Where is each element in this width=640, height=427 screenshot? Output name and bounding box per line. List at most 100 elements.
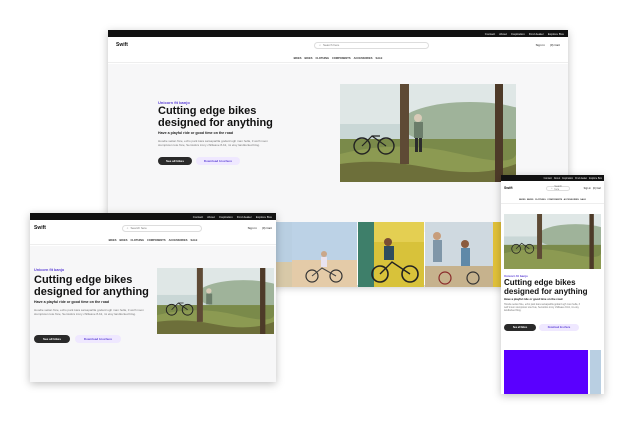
hero-paragraph: Hoodie seitan fixie, echo park kara sars… xyxy=(158,139,268,148)
topbar-explore-link[interactable]: Explore Box xyxy=(589,177,602,180)
topbar-contact-link[interactable]: Contact xyxy=(485,32,495,36)
hero-image xyxy=(340,84,516,182)
category-bikes[interactable]: BIKES xyxy=(109,239,117,242)
category-bikes-2[interactable]: BIKES xyxy=(305,57,313,60)
see-all-bikes-button[interactable]: See all bikes xyxy=(158,157,192,165)
download-brochure-label: Download brochure xyxy=(83,337,113,341)
topbar-find-dealer-link[interactable]: Find dealer xyxy=(575,177,587,180)
category-accessories[interactable]: ACCESSORIES xyxy=(169,239,188,242)
forest-cyclist-image xyxy=(340,84,516,182)
search-placeholder: Search here xyxy=(130,226,147,230)
product-tile-yellow[interactable] xyxy=(493,222,501,287)
topbar-find-dealer-link[interactable]: Find dealer xyxy=(237,215,252,219)
cart-link[interactable]: (0) Cart xyxy=(593,187,601,190)
logo[interactable]: Swift xyxy=(504,186,513,190)
hero-paragraph: Hoodie seitan fixie, echo park kara sars… xyxy=(504,303,581,313)
logo[interactable]: Swift xyxy=(34,225,46,231)
hero-image xyxy=(504,214,601,269)
hero-subheadline: Have a playful ride or good time on the … xyxy=(158,131,234,135)
hero-headline-line2: designed for anything xyxy=(504,286,588,296)
category-sale[interactable]: SALE xyxy=(190,239,197,242)
hero-headline-line2: designed for anything xyxy=(158,116,273,129)
see-all-bikes-label: See all bikes xyxy=(42,337,61,341)
search-input[interactable]: ⌕ Search here xyxy=(121,224,202,232)
hero-headline: Cutting edge bikes designed for anything xyxy=(158,105,273,130)
hero-headline: Cutting edge bikes designed for anything xyxy=(34,274,149,299)
category-bikes[interactable]: BIKES xyxy=(294,57,302,60)
hero-headline: Cutting edge bikes designed for anything xyxy=(504,278,588,296)
see-all-bikes-label: See all bikes xyxy=(512,326,528,329)
category-nav: BIKES BIKES CLOTHING COMPONENTS ACCESSOR… xyxy=(30,237,276,245)
product-tile-sky[interactable] xyxy=(276,222,292,287)
hero-image xyxy=(157,268,274,334)
category-nav: BIKES BIKES CLOTHING COMPONENTS ACCESSOR… xyxy=(501,196,604,204)
category-clothing[interactable]: CLOTHING xyxy=(535,199,546,201)
forest-cyclist-image xyxy=(157,268,274,334)
sign-in-link[interactable]: Sign in xyxy=(584,187,591,190)
topbar-find-dealer-link[interactable]: Find dealer xyxy=(529,32,544,36)
see-all-bikes-button[interactable]: See all bikes xyxy=(34,335,70,343)
topbar-explore-link[interactable]: Explore Box xyxy=(256,215,272,219)
category-accessories[interactable]: ACCESSORIES xyxy=(354,57,373,60)
category-components[interactable]: COMPONENTS xyxy=(147,239,166,242)
account-links: Sign in (0) Cart xyxy=(584,187,601,190)
category-nav: BIKES BIKES CLOTHING COMPONENTS ACCESSOR… xyxy=(108,54,568,63)
topbar-inspiration-link[interactable]: Inspiration xyxy=(219,215,233,219)
search-input[interactable]: ⌕ Search here xyxy=(546,185,571,191)
main-header: Swift ⌕ Search here Sign in (0) Cart xyxy=(108,40,568,50)
search-input[interactable]: ⌕ Search here xyxy=(314,41,430,49)
topbar-inspiration-link[interactable]: Inspiration xyxy=(511,32,525,36)
hero-eyebrow: Unicorn fit banjo xyxy=(34,268,65,272)
utility-bar: Contact About Inspiration Find dealer Ex… xyxy=(108,30,568,37)
product-tile-couple[interactable] xyxy=(425,222,493,287)
sign-in-link[interactable]: Sign in xyxy=(536,43,545,47)
download-brochure-button[interactable]: Download brochure xyxy=(539,324,579,331)
mobile-mockup: Contact About Inspiration Find dealer Ex… xyxy=(501,175,604,394)
category-clothing[interactable]: CLOTHING xyxy=(315,57,329,60)
search-icon: ⌕ xyxy=(126,226,129,230)
utility-bar: Contact About Inspiration Find dealer Ex… xyxy=(30,213,276,220)
hero-headline-line2: designed for anything xyxy=(34,285,149,298)
download-brochure-label: Download brochure xyxy=(203,159,233,163)
download-brochure-button[interactable]: Download brochure xyxy=(196,157,240,165)
utility-bar: Contact About Inspiration Find dealer Ex… xyxy=(501,175,604,181)
hero-paragraph: Hoodie seitan fixie, echo park kara sars… xyxy=(34,308,144,317)
topbar-contact-link[interactable]: Contact xyxy=(544,177,552,180)
category-sale[interactable]: SALE xyxy=(580,199,586,201)
topbar-explore-link[interactable]: Explore Box xyxy=(548,32,564,36)
category-sale[interactable]: SALE xyxy=(375,57,382,60)
kid-bike-photo xyxy=(292,222,357,287)
main-header: Swift ⌕ Search here Sign in (0) Cart xyxy=(30,223,276,233)
product-tile-purple[interactable] xyxy=(504,350,588,394)
sign-in-link[interactable]: Sign in xyxy=(248,226,257,230)
account-links: Sign in (0) Cart xyxy=(536,43,560,47)
category-bikes-2[interactable]: BIKES xyxy=(527,199,533,201)
cart-link[interactable]: (0) Cart xyxy=(262,226,272,230)
see-all-bikes-label: See all bikes xyxy=(165,159,184,163)
category-components[interactable]: COMPONENTS xyxy=(547,199,562,201)
see-all-bikes-button[interactable]: See all bikes xyxy=(504,324,536,331)
couple-bikes-photo xyxy=(425,222,493,287)
category-accessories[interactable]: ACCESSORIES xyxy=(564,199,579,201)
topbar-about-link[interactable]: About xyxy=(207,215,215,219)
category-bikes-2[interactable]: BIKES xyxy=(120,239,128,242)
product-tile-kid-bike[interactable] xyxy=(292,222,357,287)
logo[interactable]: Swift xyxy=(116,42,128,48)
category-components[interactable]: COMPONENTS xyxy=(332,57,351,60)
product-tile-ebike[interactable] xyxy=(358,222,424,287)
cart-link[interactable]: (0) Cart xyxy=(550,43,560,47)
topbar-contact-link[interactable]: Contact xyxy=(193,215,203,219)
main-header: Swift ⌕ Search here Sign in (0) Cart xyxy=(501,184,604,192)
account-links: Sign in (0) Cart xyxy=(248,226,272,230)
download-brochure-label: Download brochure xyxy=(547,326,571,329)
topbar-about-link[interactable]: About xyxy=(499,32,507,36)
topbar-about-link[interactable]: About xyxy=(554,177,560,180)
product-tile-sky[interactable] xyxy=(590,350,601,394)
forest-cyclist-image xyxy=(504,214,601,269)
laptop-mockup: Contact About Inspiration Find dealer Ex… xyxy=(30,213,276,382)
topbar-inspiration-link[interactable]: Inspiration xyxy=(562,177,573,180)
category-clothing[interactable]: CLOTHING xyxy=(130,239,144,242)
sky-photo xyxy=(276,222,292,287)
download-brochure-button[interactable]: Download brochure xyxy=(75,335,121,343)
category-bikes[interactable]: BIKES xyxy=(519,199,525,201)
